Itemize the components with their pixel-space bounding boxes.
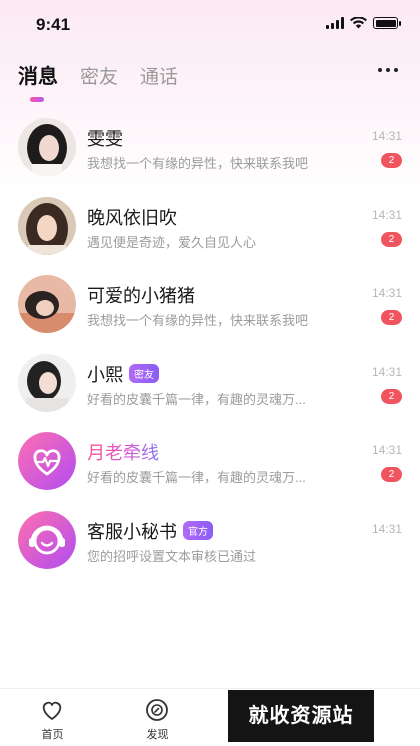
unread-badge: 2 [381,310,402,325]
contact-name: 客服小秘书 [87,521,177,542]
message-preview: 遇见便是奇迹，爱久自见人心 [87,234,257,250]
avatar [18,510,76,569]
contact-name: 可爱的小猪猪 [87,286,195,306]
status-bar: 9:41 [0,0,420,50]
tab-close-friends-label: 密友 [80,67,119,88]
official-tag: 官方 [183,521,213,540]
status-time: 9:41 [36,15,71,34]
message-time: 14:31 [371,443,402,457]
avatar [18,196,76,255]
nav-home-label: 首页 [41,729,64,741]
name-row: 小熙 密友 [87,361,159,387]
message-time: 14:31 [371,129,402,143]
message-tabs: 消息 密友 通话 [18,60,178,102]
conversation-item[interactable]: 客服小秘书 官方 您的招呼设置文本审核已通过 14:31 [0,501,420,580]
conversation-item[interactable]: 雯雯 我想找一个有缘的异性，快来联系我吧 14:31 2 [0,108,420,187]
conversation-item[interactable]: 晚风依旧吹 遇见便是奇迹，爱久自见人心 14:31 2 [0,187,420,266]
status-icons [326,17,401,29]
unread-badge: 2 [381,153,402,168]
conversation-item[interactable]: 月老牵线 好看的皮囊千篇一律，有趣的灵魂万... 14:31 2 [0,422,420,501]
avatar [18,432,76,490]
watermark-overlay: 就收资源站 [228,690,374,742]
tab-close-friends[interactable]: 密友 [80,62,118,89]
name-row: 晚风依旧吹 [87,204,177,230]
nav-discover[interactable]: 发现 [105,689,210,746]
tab-messages-label: 消息 [18,66,58,88]
unread-badge: 2 [381,467,402,482]
conversation-item[interactable]: 小熙 密友 好看的皮囊千篇一律，有趣的灵魂万... 14:31 2 [0,344,420,423]
name-row: 可爱的小猪猪 [87,282,195,308]
unread-badge: 2 [381,231,402,247]
contact-name: 月老牵线 [87,439,159,465]
message-time: 14:31 [371,364,402,379]
avatar [18,275,76,333]
compass-icon [146,699,168,721]
name-row: 雯雯 [87,125,123,151]
message-time: 14:31 [371,521,402,536]
contact-name: 小熙 [87,364,123,385]
conversation-item[interactable]: 可爱的小猪猪 我想找一个有缘的异性，快来联系我吧 14:31 2 [0,265,420,344]
avatar [18,118,76,176]
nav-home[interactable]: 首页 [0,689,105,746]
message-time: 14:31 [371,207,402,222]
heart-pulse-icon [18,432,76,490]
signal-icon [326,17,344,29]
message-preview: 您的招呼设置文本审核已通过 [87,548,257,564]
conversation-list: 雯雯 我想找一个有缘的异性，快来联系我吧 14:31 2 晚风依旧吹 遇见便是奇… [0,108,420,579]
battery-icon [373,17,401,29]
more-horizontal-icon[interactable] [378,68,398,72]
heart-outline-icon [42,701,62,720]
nav-discover-label: 发现 [146,729,169,741]
headset-smile-icon [18,510,76,569]
name-row: 月老牵线 [87,439,159,465]
contact-name: 雯雯 [87,129,123,149]
message-time: 14:31 [371,286,402,300]
active-tab-indicator [30,97,44,102]
contact-name: 晚风依旧吹 [87,207,177,228]
message-preview: 好看的皮囊千篇一律，有趣的灵魂万... [87,470,306,485]
tab-calls-label: 通话 [140,67,179,88]
name-row: 客服小秘书 官方 [87,518,213,544]
close-friend-tag: 密友 [129,364,159,383]
avatar [18,353,76,412]
wifi-icon [350,17,367,29]
tab-messages[interactable]: 消息 [18,60,58,102]
message-preview: 好看的皮囊千篇一律，有趣的灵魂万... [87,391,306,407]
unread-badge: 2 [381,388,402,404]
message-preview: 我想找一个有缘的异性，快来联系我吧 [87,156,309,171]
message-preview: 我想找一个有缘的异性，快来联系我吧 [87,313,309,328]
tab-calls[interactable]: 通话 [140,62,178,89]
